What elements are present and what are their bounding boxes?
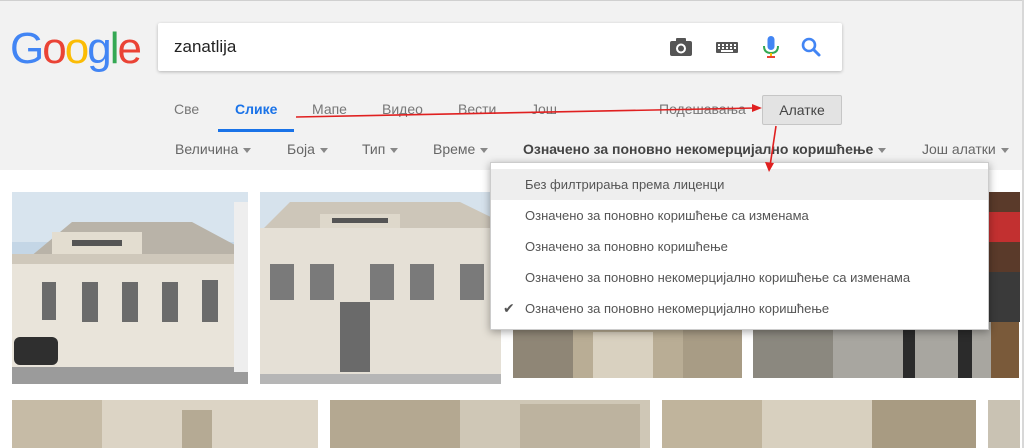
image-result[interactable] xyxy=(330,400,650,448)
image-result[interactable] xyxy=(989,192,1020,322)
tab-maps[interactable]: Мапе xyxy=(312,101,347,117)
filter-usage-rights[interactable]: Означено за поновно некомерцијално кориш… xyxy=(523,141,887,157)
google-logo[interactable]: Google xyxy=(10,24,142,74)
chevron-down-icon xyxy=(1000,147,1009,153)
image-result[interactable] xyxy=(12,192,248,384)
menu-item-reuse-modify[interactable]: Означено за поновно коришћење са изменам… xyxy=(491,200,988,231)
microphone-icon[interactable] xyxy=(758,35,784,59)
tab-videos[interactable]: Видео xyxy=(382,101,423,117)
keyboard-icon[interactable] xyxy=(714,35,740,59)
image-result[interactable] xyxy=(753,322,1019,378)
camera-icon[interactable] xyxy=(668,35,694,59)
checkmark-icon: ✔ xyxy=(503,300,515,316)
image-result[interactable] xyxy=(513,322,742,378)
menu-item-reuse[interactable]: Означено за поновно коришћење xyxy=(491,231,988,262)
image-result[interactable] xyxy=(988,400,1020,448)
menu-item-no-filter[interactable]: Без филтрирања према лиценци xyxy=(491,169,988,200)
tools-button[interactable]: Алатке xyxy=(762,95,842,125)
chevron-down-icon xyxy=(390,147,399,153)
filter-more-tools-label: Још алатки xyxy=(922,141,996,157)
menu-item-noncommercial-modify[interactable]: Означено за поновно некомерцијално кориш… xyxy=(491,262,988,293)
logo-letter: o xyxy=(42,24,67,73)
menu-item-label: Означено за поновно коришћење xyxy=(525,239,728,254)
filter-type-label: Тип xyxy=(362,141,386,157)
active-tab-indicator xyxy=(218,129,294,132)
window-border-top xyxy=(0,0,1024,1)
menu-item-label: Означено за поновно коришћење са изменам… xyxy=(525,208,809,223)
logo-letter: l xyxy=(109,24,120,73)
logo-letter: o xyxy=(64,24,90,73)
image-result[interactable] xyxy=(662,400,976,448)
chevron-down-icon xyxy=(319,147,328,153)
logo-letter: g xyxy=(87,24,112,73)
chevron-down-icon xyxy=(878,147,887,153)
search-icon[interactable] xyxy=(798,35,824,59)
image-result[interactable] xyxy=(12,400,318,448)
search-input[interactable]: zanatlija xyxy=(174,37,236,57)
filter-type[interactable]: Тип xyxy=(362,141,399,157)
logo-letter: G xyxy=(10,24,44,73)
tab-more[interactable]: Још xyxy=(531,101,557,117)
tab-news[interactable]: Вести xyxy=(458,101,496,117)
menu-item-label: Означено за поновно некомерцијално кориш… xyxy=(525,301,830,316)
tab-all[interactable]: Све xyxy=(174,101,199,117)
filter-time[interactable]: Време xyxy=(433,141,489,157)
filter-more-tools[interactable]: Још алатки xyxy=(922,141,1009,157)
logo-letter: e xyxy=(117,24,142,73)
filter-usage-rights-label: Означено за поновно некомерцијално кориш… xyxy=(523,141,874,157)
filter-time-label: Време xyxy=(433,141,476,157)
image-result[interactable] xyxy=(260,192,501,384)
filter-color-label: Боја xyxy=(287,141,315,157)
filter-size-label: Величина xyxy=(175,141,239,157)
tab-images[interactable]: Слике xyxy=(235,101,277,117)
chevron-down-icon xyxy=(243,147,252,153)
settings-link[interactable]: Подешавања xyxy=(659,101,746,117)
menu-item-label: Без филтрирања према лиценци xyxy=(525,177,725,192)
menu-item-label: Означено за поновно некомерцијално кориш… xyxy=(525,270,911,285)
menu-item-noncommercial[interactable]: ✔ Означено за поновно некомерцијално кори… xyxy=(491,293,988,324)
search-bar: zanatlija xyxy=(158,23,842,71)
filter-size[interactable]: Величина xyxy=(175,141,252,157)
usage-rights-menu: Без филтрирања према лиценци Означено за… xyxy=(490,162,989,330)
chevron-down-icon xyxy=(480,147,489,153)
filter-color[interactable]: Боја xyxy=(287,141,328,157)
